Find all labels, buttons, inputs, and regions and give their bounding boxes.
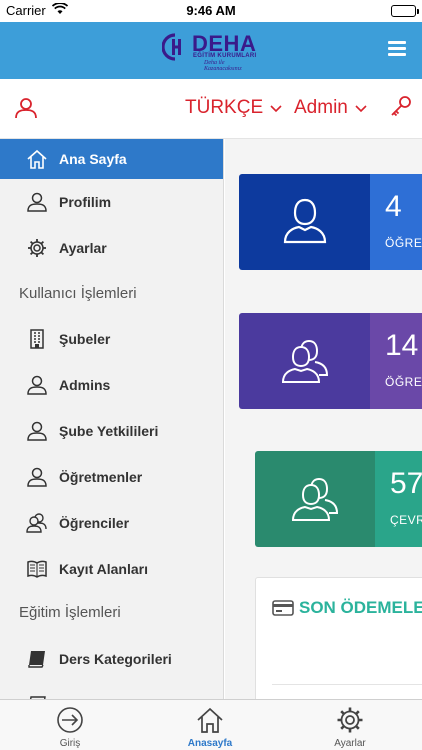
language-dropdown[interactable]: TÜRKÇE: [185, 97, 282, 119]
sidebar-item-label: Şubeler: [59, 331, 111, 347]
stat-label: ÇEVR: [390, 513, 422, 527]
credit-card-icon: [272, 600, 294, 616]
user-label: Admin: [294, 97, 348, 118]
sidebar-item-ayarlar[interactable]: Ayarlar: [0, 228, 223, 268]
tab-label: Anasayfa: [187, 738, 233, 749]
sidebar-item-label: Profilim: [59, 194, 112, 210]
battery-icon: [391, 5, 419, 17]
home-icon: [27, 149, 47, 169]
gear-icon: [28, 239, 46, 257]
stat-card-ogretmen[interactable]: 4 ÖĞRE: [239, 174, 422, 270]
gear-icon: [337, 707, 363, 733]
tab-bar: Giriş Anasayfa Ayarlar: [0, 699, 422, 750]
sidebar-item-profilim[interactable]: Profilim: [0, 182, 223, 222]
building-icon: [30, 329, 44, 349]
user-dropdown[interactable]: Admin: [294, 97, 367, 119]
users-icon: [291, 477, 339, 521]
sidebar-item-subeler[interactable]: Şubeler: [0, 319, 223, 359]
arrow-right-circle-icon: [57, 707, 83, 733]
stat-label: ÖĞRE: [385, 236, 422, 250]
dashboard-main: 4 ÖĞRE 14 ÖĞRE 57 ÇEVR SON ÖDEMELE: [225, 139, 422, 699]
deha-logo[interactable]: DEHA EĞİTİM KURUMLARI Deha ile Kazanacak…: [162, 31, 262, 72]
divider: [272, 684, 422, 685]
stat-card-icon-panel: [255, 451, 375, 547]
sidebar-item-ogrenciler[interactable]: Öğrenciler: [0, 503, 223, 543]
stat-card-icon-panel: [239, 174, 370, 270]
sidebar-item-sube-yetkilileri[interactable]: Şube Yetkilileri: [0, 411, 223, 451]
stat-value: 57: [390, 467, 422, 500]
stat-value: 4: [385, 190, 402, 223]
stat-card-ogrenci[interactable]: 14 ÖĞRE: [239, 313, 422, 409]
sidebar-item-label: Ders Kategorileri: [59, 651, 172, 667]
sidebar: Ana Sayfa Profilim Ayarlar Kullanıcı İşl…: [0, 139, 224, 699]
recent-payments-panel: SON ÖDEMELE: [255, 577, 422, 699]
sidebar-item-label: Öğretmenler: [59, 469, 143, 485]
sidebar-item-admins[interactable]: Admins: [0, 365, 223, 405]
logo-subtitle: EĞİTİM KURUMLARI: [193, 53, 257, 59]
home-icon: [197, 707, 223, 733]
user-icon[interactable]: [14, 96, 38, 120]
stat-card-value-panel: 14 ÖĞRE: [370, 313, 422, 409]
language-label: TÜRKÇE: [185, 97, 264, 118]
sidebar-item-ana-sayfa[interactable]: Ana Sayfa: [0, 139, 223, 179]
sidebar-item-kayit-alanlari[interactable]: Kayıt Alanları: [0, 549, 223, 589]
header-toolbar: TÜRKÇE Admin: [0, 79, 422, 139]
tab-label: Ayarlar: [334, 738, 366, 749]
user-icon: [27, 375, 47, 395]
tab-anasayfa[interactable]: Anasayfa: [140, 700, 280, 750]
stat-card-cevrimici[interactable]: 57 ÇEVR: [255, 451, 422, 547]
users-icon: [281, 339, 329, 383]
section-title-edu-ops: Eğitim İşlemleri: [19, 604, 121, 621]
stat-card-value-panel: 57 ÇEVR: [375, 451, 422, 547]
sidebar-item-label: Admins: [59, 377, 111, 393]
sidebar-item-label: Şube Yetkilileri: [59, 423, 159, 439]
sidebar-item-label: Öğrenciler: [59, 515, 130, 531]
stat-label: ÖĞRE: [385, 375, 422, 389]
status-bar: Carrier 9:46 AM: [0, 0, 422, 22]
deha-logo-mark-icon: [162, 33, 181, 61]
user-icon: [27, 467, 47, 487]
tab-giris[interactable]: Giriş: [0, 700, 140, 750]
sidebar-item-ders-kategorileri[interactable]: Ders Kategorileri: [0, 639, 223, 679]
sidebar-item-label: Kayıt Alanları: [59, 561, 148, 577]
sidebar-item-partial[interactable]: [0, 685, 223, 699]
chevron-down-icon: [270, 105, 282, 113]
stat-card-value-panel: 4 ÖĞRE: [370, 174, 422, 270]
tab-label: Giriş: [59, 738, 81, 749]
clock: 9:46 AM: [186, 3, 236, 18]
key-icon[interactable]: [390, 95, 412, 119]
user-icon: [27, 421, 47, 441]
sidebar-item-label: Ayarlar: [59, 240, 107, 256]
sidebar-item-ogretmenler[interactable]: Öğretmenler: [0, 457, 223, 497]
app-bar: DEHA EĞİTİM KURUMLARI Deha ile Kazanacak…: [0, 22, 422, 79]
users-icon: [26, 513, 47, 533]
stat-value: 14: [385, 329, 419, 362]
tab-ayarlar[interactable]: Ayarlar: [280, 700, 420, 750]
recent-payments-title: SON ÖDEMELE: [299, 598, 422, 617]
book-icon: [27, 560, 47, 578]
stat-card-icon-panel: [239, 313, 370, 409]
section-title-user-ops: Kullanıcı İşlemleri: [19, 285, 137, 302]
chevron-down-icon: [355, 105, 367, 113]
user-icon: [27, 192, 47, 212]
sidebar-item-label: Ana Sayfa: [59, 151, 127, 167]
book-closed-icon: [28, 651, 45, 668]
logo-tagline: Deha ile Kazanacaksınız: [204, 60, 242, 72]
user-icon: [283, 198, 327, 244]
hamburger-menu-icon[interactable]: [388, 41, 406, 57]
